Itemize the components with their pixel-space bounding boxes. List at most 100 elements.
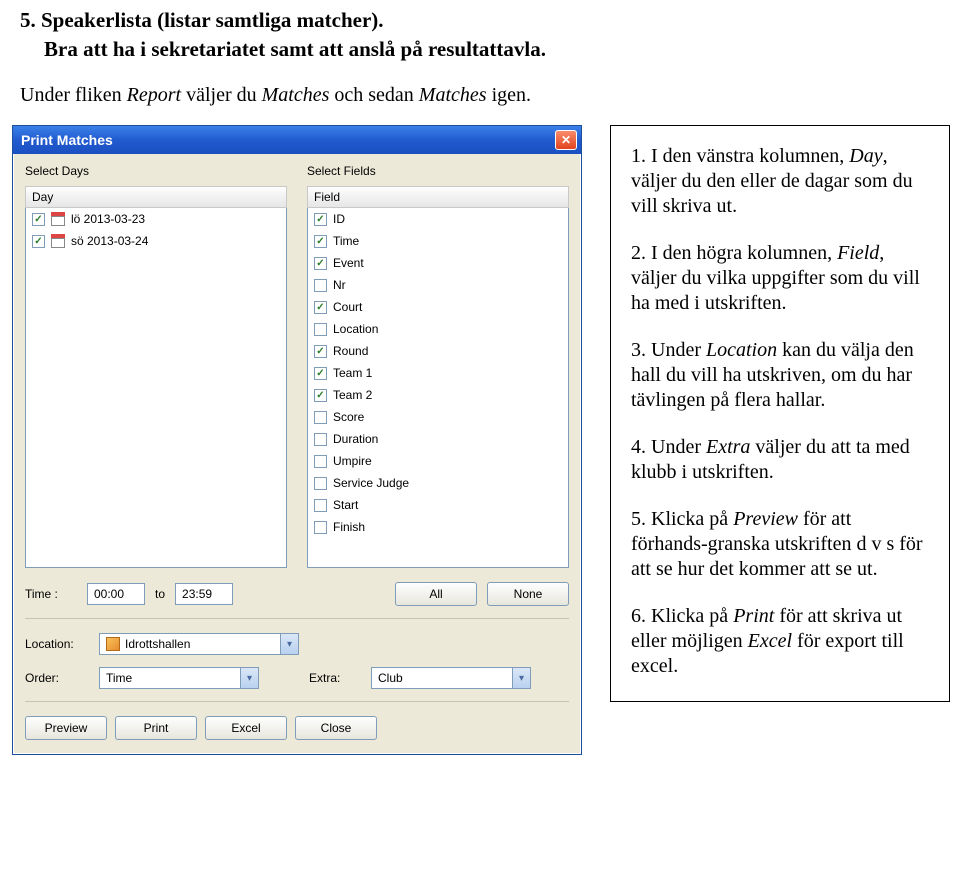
extra-combo[interactable]: Club ▾ [371, 667, 531, 689]
list-item[interactable]: Court [308, 296, 568, 318]
time-label: Time : [25, 587, 77, 601]
none-button[interactable]: None [487, 582, 569, 606]
list-item-label: ID [333, 212, 345, 226]
checkbox[interactable] [314, 235, 327, 248]
list-item[interactable]: sö 2013-03-24 [26, 230, 286, 252]
instruction-1: 1. I den vänstra kolumnen, Day, väljer d… [631, 144, 929, 219]
checkbox[interactable] [314, 257, 327, 270]
checkbox[interactable] [314, 521, 327, 534]
list-item[interactable]: Team 2 [308, 384, 568, 406]
list-item-label: Umpire [333, 454, 372, 468]
calendar-icon [51, 212, 65, 226]
extra-value: Club [378, 671, 403, 685]
order-combo[interactable]: Time ▾ [99, 667, 259, 689]
intro-italic: Matches [419, 84, 487, 106]
intro-text: Under fliken [20, 84, 127, 106]
instruction-box: 1. I den vänstra kolumnen, Day, väljer d… [610, 125, 950, 702]
time-from-input[interactable] [87, 583, 145, 605]
select-days-label: Select Days [25, 164, 287, 178]
window-title: Print Matches [21, 132, 113, 148]
list-item-label: Event [333, 256, 364, 270]
checkbox[interactable] [32, 213, 45, 226]
checkbox[interactable] [314, 367, 327, 380]
list-item-label: lö 2013-03-23 [71, 212, 145, 226]
list-item[interactable]: Service Judge [308, 472, 568, 494]
select-fields-label: Select Fields [307, 164, 569, 178]
intro-text: och sedan [329, 84, 418, 106]
checkbox[interactable] [314, 345, 327, 358]
checkbox[interactable] [314, 477, 327, 490]
list-item-label: Team 1 [333, 366, 372, 380]
list-item[interactable]: ID [308, 208, 568, 230]
list-item[interactable]: Time [308, 230, 568, 252]
day-column-header[interactable]: Day [25, 186, 287, 208]
order-label: Order: [25, 671, 89, 685]
instruction-6: 6. Klicka på Print för att skriva ut ell… [631, 604, 929, 679]
location-icon [106, 637, 120, 651]
close-icon[interactable]: ✕ [555, 130, 577, 150]
separator [25, 701, 569, 702]
extra-label: Extra: [309, 671, 361, 685]
list-item[interactable]: Round [308, 340, 568, 362]
time-row: Time : to All None [25, 582, 569, 606]
doc-subheading: Bra att ha i sekretariatet samt att ansl… [20, 37, 940, 62]
field-column-header[interactable]: Field [307, 186, 569, 208]
location-combo[interactable]: Idrottshallen ▾ [99, 633, 299, 655]
preview-button[interactable]: Preview [25, 716, 107, 740]
chevron-down-icon[interactable]: ▾ [280, 634, 298, 654]
order-value: Time [106, 671, 132, 685]
checkbox[interactable] [314, 411, 327, 424]
chevron-down-icon[interactable]: ▾ [240, 668, 258, 688]
list-item[interactable]: Score [308, 406, 568, 428]
checkbox[interactable] [314, 499, 327, 512]
all-button[interactable]: All [395, 582, 477, 606]
checkbox[interactable] [314, 213, 327, 226]
list-item-label: Location [333, 322, 378, 336]
checkbox[interactable] [314, 301, 327, 314]
checkbox[interactable] [314, 433, 327, 446]
list-item-label: Score [333, 410, 364, 424]
list-item[interactable]: Start [308, 494, 568, 516]
intro-italic: Report [127, 84, 181, 106]
instruction-5: 5. Klicka på Preview för att förhands-gr… [631, 507, 929, 582]
close-button[interactable]: Close [295, 716, 377, 740]
list-item[interactable]: Umpire [308, 450, 568, 472]
list-item-label: Team 2 [333, 388, 372, 402]
checkbox[interactable] [32, 235, 45, 248]
dialog-button-row: Preview Print Excel Close [25, 716, 569, 740]
intro-text: igen. [487, 84, 531, 106]
chevron-down-icon[interactable]: ▾ [512, 668, 530, 688]
location-row: Location: Idrottshallen ▾ [25, 633, 569, 655]
list-item[interactable]: Duration [308, 428, 568, 450]
doc-intro: Under fliken Report väljer du Matches oc… [20, 84, 940, 107]
time-to-input[interactable] [175, 583, 233, 605]
days-listbox[interactable]: lö 2013-03-23 sö 2013-03-24 [25, 208, 287, 568]
list-item-label: Finish [333, 520, 365, 534]
list-item[interactable]: Nr [308, 274, 568, 296]
checkbox[interactable] [314, 279, 327, 292]
instruction-3: 3. Under Location kan du välja den hall … [631, 338, 929, 413]
list-item-label: Round [333, 344, 368, 358]
list-item-label: Time [333, 234, 359, 248]
separator [25, 618, 569, 619]
select-fields-panel: Select Fields Field ID Time Event Nr Court Lo… [307, 164, 569, 568]
checkbox[interactable] [314, 323, 327, 336]
instruction-2: 2. I den högra kolumnen, Field, väljer d… [631, 241, 929, 316]
select-days-panel: Select Days Day lö 2013-03-23 sö 2013-03-… [25, 164, 287, 568]
list-item[interactable]: Location [308, 318, 568, 340]
list-item-label: Start [333, 498, 358, 512]
fields-listbox[interactable]: ID Time Event Nr Court Location Round Team 1 Tea… [307, 208, 569, 568]
list-item[interactable]: Event [308, 252, 568, 274]
list-item-label: Nr [333, 278, 346, 292]
print-matches-window: Print Matches ✕ Select Days Day lö 2013-… [12, 125, 582, 755]
window-titlebar[interactable]: Print Matches ✕ [13, 126, 581, 154]
list-item[interactable]: Finish [308, 516, 568, 538]
list-item[interactable]: Team 1 [308, 362, 568, 384]
list-item-label: Court [333, 300, 362, 314]
intro-italic: Matches [262, 84, 330, 106]
checkbox[interactable] [314, 455, 327, 468]
print-button[interactable]: Print [115, 716, 197, 740]
excel-button[interactable]: Excel [205, 716, 287, 740]
checkbox[interactable] [314, 389, 327, 402]
list-item[interactable]: lö 2013-03-23 [26, 208, 286, 230]
